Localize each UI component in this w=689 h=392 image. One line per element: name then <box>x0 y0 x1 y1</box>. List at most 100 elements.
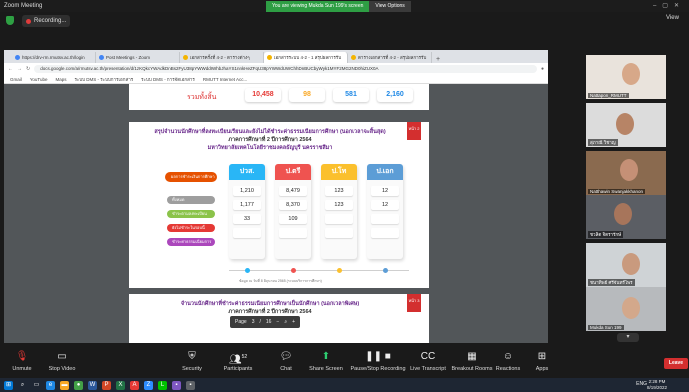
system-clock[interactable]: 2:28 PM 8/19/2022 <box>647 379 667 391</box>
file-explorer-icon[interactable]: ▬ <box>60 380 69 390</box>
language-indicator[interactable]: ENG <box>636 381 647 387</box>
participant-tile[interactable]: Nattapon_RMUTT <box>586 55 666 99</box>
page-navigator[interactable]: Page 3 / 16 − ⌕ + <box>230 316 301 328</box>
browser-tab[interactable]: Post Meetings - Zoom <box>96 52 180 63</box>
live-transcript-button[interactable]: CC Live Transcript <box>404 351 452 372</box>
window-controls[interactable]: –▢✕ <box>653 2 685 9</box>
chat-label: Chat <box>280 366 292 372</box>
slide-1: รวมทั้งสิ้น 10,458 98 581 2,160 <box>129 84 429 110</box>
column-header: ป.โท <box>321 164 357 180</box>
app-icon[interactable]: ▪ <box>172 380 181 390</box>
profile-icon[interactable]: ● <box>541 66 544 72</box>
excel-icon[interactable]: X <box>116 380 125 390</box>
value-cell <box>371 214 399 224</box>
level-column: ป.ตรี 8,479 8,370 109 <box>275 164 311 259</box>
value-cell <box>233 228 261 238</box>
status-row-label: ทั้งหมด <box>167 196 215 204</box>
pause-stop-recording-button[interactable]: ❚❚ ■ Pause/Stop Recording <box>346 351 410 372</box>
value-cell: 33 <box>233 214 261 224</box>
bookmark-item[interactable]: ระบบ DMS - การจัดเอกสาร <box>141 76 195 83</box>
leave-button[interactable]: Leave <box>664 358 688 369</box>
participants-label: Participants <box>223 366 253 372</box>
participants-button[interactable]: 👥︎52 Participants <box>216 351 260 372</box>
participant-name: Nattapon_RMUTT <box>588 93 629 98</box>
window-title: Zoom Meeting <box>4 3 43 9</box>
app-icon[interactable]: ▪ <box>186 380 195 390</box>
gallery-more-button[interactable]: ▾ <box>617 333 639 342</box>
start-icon[interactable]: ⊞ <box>4 380 13 390</box>
people-icon: 👥︎52 <box>228 354 248 366</box>
value-cell: 8,370 <box>279 200 307 210</box>
url-field[interactable]: docs.google.com/a/rmutsv.ac.th/presentat… <box>34 65 537 73</box>
zoom-in-icon[interactable]: + <box>292 319 295 325</box>
meeting-top-bar <box>0 12 689 32</box>
total-value: 2,160 <box>377 88 413 102</box>
task-view-icon[interactable]: ▭ <box>32 381 41 390</box>
slide-2: สรุปจำนวนนักศึกษาที่ลงทะเบียนเรียนและยัง… <box>129 122 429 288</box>
share-screen-icon: ⬆ <box>321 351 331 362</box>
zoom-icon[interactable]: ⌕ <box>284 319 287 325</box>
browser-tab[interactable]: https://drv-rm.rmutsv.ac.th/login <box>12 52 96 63</box>
browser-tab-strip: https://drv-rm.rmutsv.ac.th/login Post M… <box>4 50 548 63</box>
status-row-label: ชำระค่าธรรมเนียมการศึกษาภายหลัง <box>167 238 215 252</box>
participant-tile[interactable]: Natthawin Swanjakkhanon <box>586 151 666 195</box>
page-label: Page <box>235 319 247 325</box>
tab-label: เอกสารระบบ 4-2 - 1 สรุปผลการรับ <box>274 55 342 60</box>
zoom-out-icon[interactable]: − <box>276 319 279 325</box>
participant-tile[interactable]: ชวลิต จิตรารักษ์ <box>586 195 666 239</box>
zoom-icon[interactable]: Z <box>144 380 153 390</box>
unmute-button[interactable]: 🎙︎ Unmute <box>0 351 44 372</box>
bookmark-item[interactable]: Maps <box>55 77 66 82</box>
share-screen-button[interactable]: ⬆ Share Screen <box>304 351 348 372</box>
browser-tab[interactable]: ตารางเอกสารที่ 4-2 - สรุปผลการรับ <box>348 52 432 63</box>
edge-icon[interactable]: e <box>46 380 55 390</box>
reload-icon[interactable]: ↻ <box>26 66 30 72</box>
acrobat-icon[interactable]: A <box>130 380 139 390</box>
presentation-viewer[interactable]: รวมทั้งสิ้น 10,458 98 581 2,160 สรุปจำนว… <box>4 84 548 343</box>
back-icon[interactable]: ← <box>8 66 13 72</box>
slide-subtitle: ภาคการศึกษาที่ 2 ปีการศึกษา 2564 <box>228 309 312 315</box>
powerpoint-icon[interactable]: P <box>102 380 111 390</box>
page-total: 16 <box>265 319 272 325</box>
bookmark-item[interactable]: YouTube <box>30 77 48 82</box>
chat-bubble-icon: 💬︎ <box>279 351 293 362</box>
timeline-dot <box>245 268 250 273</box>
participant-name: สุภาณี วิชาญ <box>588 139 618 146</box>
word-icon[interactable]: W <box>88 380 97 390</box>
recording-indicator[interactable]: Recording... <box>22 15 71 27</box>
pause-stop-recording-label: Pause/Stop Recording <box>350 366 406 372</box>
participant-name: Mukda Sun 199 <box>588 325 624 330</box>
participant-name: ชวลิต จิตรารักษ์ <box>588 231 624 238</box>
new-tab-icon[interactable]: + <box>432 56 444 63</box>
bookmark-item[interactable]: Gmail <box>10 77 22 82</box>
chat-button[interactable]: 💬︎ Chat <box>264 351 308 372</box>
participant-video <box>614 203 632 225</box>
line-icon[interactable]: L <box>158 380 167 390</box>
security-button[interactable]: ⛨ Security <box>170 351 214 372</box>
bookmark-item[interactable]: RMUTT Internet Acc... <box>203 77 247 82</box>
view-button[interactable]: View <box>666 15 679 21</box>
column-header: ป.ตรี <box>275 164 311 180</box>
slide-footnote: ข้อมูล ณ วันที่ 8 มิถุนายน 2565 (ระบบบริ… <box>239 279 322 283</box>
bookmark-item[interactable]: ระบบ DMS - ระบบการเอกสาร <box>74 76 133 83</box>
forward-icon[interactable]: → <box>17 66 22 72</box>
browser-tab[interactable]: เอกสารครั้งที่ 4-2 - ตารางต่างๆ <box>180 52 264 63</box>
apps-button[interactable]: ⊞ Apps <box>520 351 564 372</box>
participant-tile[interactable]: Mukda Sun 199 <box>586 287 666 331</box>
view-options-button[interactable]: View Options <box>369 1 411 12</box>
stop-video-button[interactable]: ▭ Stop Video <box>40 351 84 372</box>
tab-label: ตารางเอกสารที่ 4-2 - สรุปผลการรับ <box>358 55 427 60</box>
page-badge: หน้า 3 <box>407 294 421 312</box>
security-shield-icon[interactable] <box>6 16 14 25</box>
total-value: 10,458 <box>245 88 281 102</box>
search-icon[interactable]: ⌕ <box>18 381 27 390</box>
chrome-icon[interactable]: ● <box>74 380 83 390</box>
participant-video <box>620 159 638 181</box>
cc-icon: CC <box>420 351 436 362</box>
pause-stop-icon: ❚❚ ■ <box>365 351 391 362</box>
participant-tile[interactable]: ชนาทิพย์ ศรีจันทร์ไพร <box>586 243 666 287</box>
page-current[interactable]: 3 <box>252 319 255 325</box>
participant-tile[interactable]: สุภาณี วิชาญ <box>586 103 666 147</box>
browser-tab-active[interactable]: เอกสารระบบ 4-2 - 1 สรุปผลการรับ <box>264 52 348 63</box>
participant-video <box>622 63 640 85</box>
